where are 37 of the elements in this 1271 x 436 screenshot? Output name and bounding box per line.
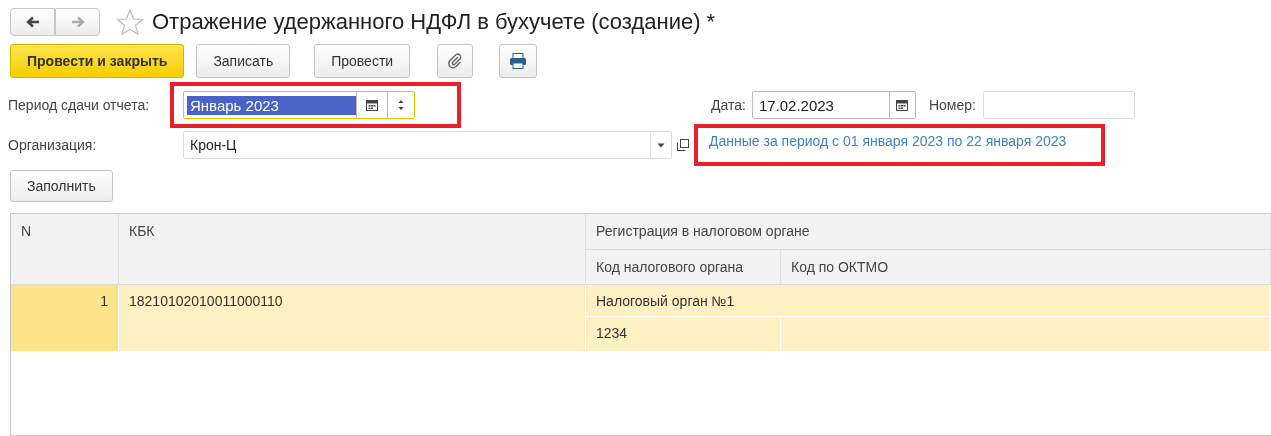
table-cell[interactable]: 1: [11, 285, 119, 352]
dropdown-caret-icon[interactable]: [657, 142, 665, 148]
left-arrow-icon: [25, 16, 40, 28]
star-icon[interactable]: [116, 8, 144, 36]
open-window-icon[interactable]: [677, 139, 689, 151]
column-header[interactable]: Код по ОКТМО: [781, 250, 1271, 285]
column-header[interactable]: Регистрация в налоговом органе: [586, 214, 1271, 250]
number-field[interactable]: [982, 91, 1135, 119]
column-header[interactable]: Код налогового органа: [586, 250, 781, 285]
field-label: Номер:: [928, 97, 976, 113]
organization-field[interactable]: Крон-Ц: [183, 131, 672, 159]
spin-arrows-icon[interactable]: [397, 98, 405, 112]
print-button[interactable]: [499, 44, 538, 78]
window-title: Отражение удержанного НДФЛ в бухучете (создание) *: [152, 9, 716, 35]
period-field[interactable]: Январь 2023: [183, 91, 415, 119]
calendar-icon[interactable]: [366, 99, 378, 111]
field-label: Организация:: [8, 137, 98, 153]
save-button[interactable]: Записать: [196, 44, 291, 78]
paperclip-icon: [447, 53, 464, 69]
column-header[interactable]: КБК: [119, 214, 586, 285]
right-arrow-icon: [70, 16, 85, 28]
field-label: Дата:: [711, 97, 746, 113]
date-field[interactable]: 17.02.2023: [751, 91, 916, 119]
table-cell[interactable]: [781, 317, 1271, 352]
field-label: Период сдачи отчета:: [8, 97, 151, 113]
post-button[interactable]: Провести: [314, 44, 411, 78]
table-cell[interactable]: 1234: [586, 317, 781, 352]
column-header[interactable]: N: [11, 214, 119, 285]
printer-icon: [509, 53, 528, 69]
attach-button[interactable]: [437, 44, 474, 78]
fill-button[interactable]: Заполнить: [10, 170, 113, 202]
table-cell[interactable]: 18210102010011000110: [119, 285, 586, 352]
table-cell[interactable]: Налоговый орган №1: [586, 285, 1271, 317]
calendar-icon[interactable]: [896, 99, 909, 111]
period-link[interactable]: Данные за период с 01 января 2023 по 22 января 2023: [709, 133, 1067, 149]
post-and-close-button[interactable]: Провести и закрыть: [10, 44, 185, 78]
back-button[interactable]: [10, 8, 55, 36]
